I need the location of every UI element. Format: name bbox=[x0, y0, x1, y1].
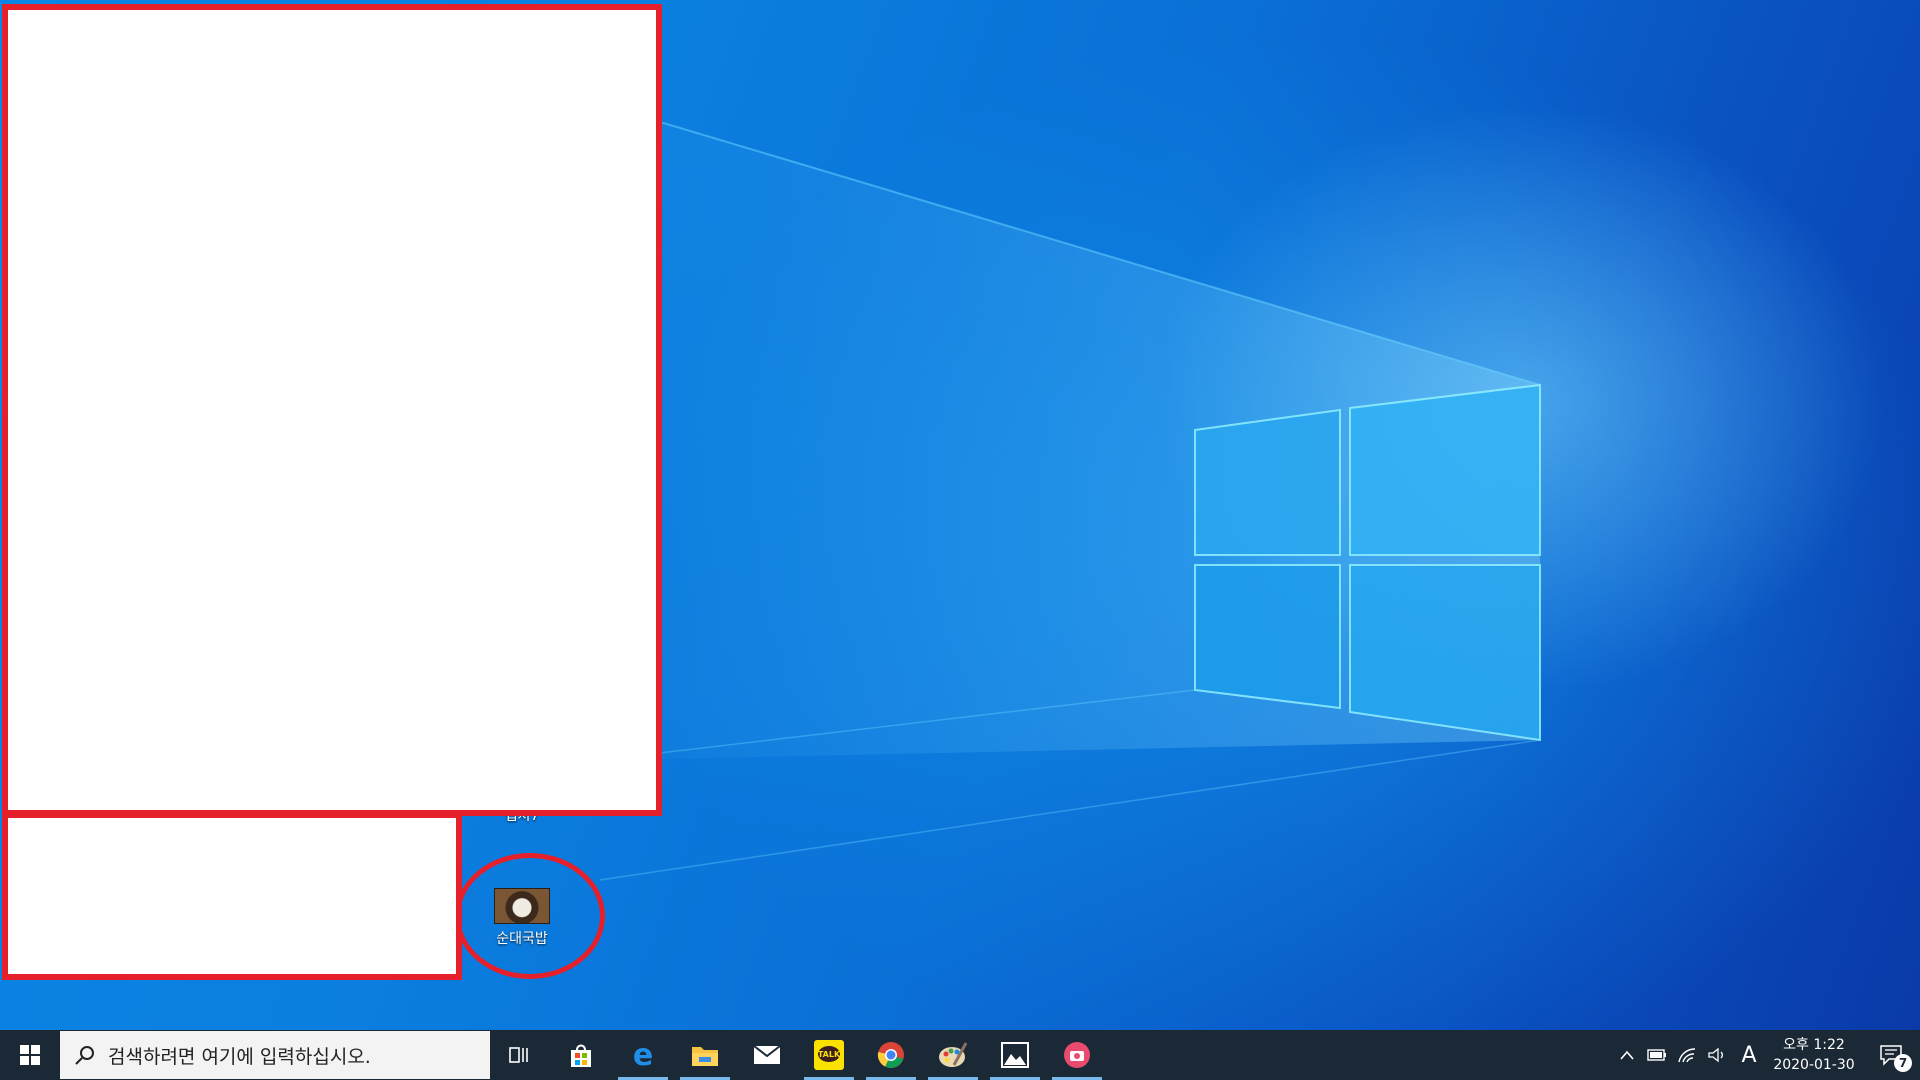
clock[interactable]: 오후 1:22 2020-01-30 bbox=[1766, 1035, 1862, 1075]
windows-logo-icon bbox=[20, 1045, 40, 1065]
task-view-icon bbox=[509, 1047, 528, 1063]
clock-date: 2020-01-30 bbox=[1773, 1057, 1855, 1073]
volume-button[interactable] bbox=[1702, 1030, 1732, 1080]
search-placeholder: 검색하려면 여기에 입력하십시오. bbox=[108, 1045, 371, 1068]
taskbar-app-camera[interactable] bbox=[1046, 1030, 1108, 1080]
edge-icon: e bbox=[633, 1041, 653, 1069]
search-input[interactable]: 검색하려면 여기에 입력하십시오. bbox=[60, 1031, 490, 1079]
svg-text:TALK: TALK bbox=[818, 1050, 841, 1059]
system-tray: A 오후 1:22 2020-01-30 7 bbox=[1612, 1030, 1920, 1080]
microsoft-store-icon bbox=[571, 1044, 591, 1067]
notification-count-badge: 7 bbox=[1894, 1054, 1912, 1072]
desktop: 캡처7 순대국밥 bbox=[0, 0, 1920, 1030]
wifi-icon bbox=[1678, 1048, 1696, 1063]
speaker-icon bbox=[1708, 1047, 1723, 1063]
battery-button[interactable] bbox=[1642, 1030, 1672, 1080]
taskbar: 검색하려면 여기에 입력하십시오. e TALK A 오후 1:22 2020-… bbox=[0, 1030, 1920, 1080]
start-button[interactable] bbox=[0, 1030, 60, 1080]
camera-app-icon bbox=[1064, 1042, 1090, 1068]
file-explorer-icon bbox=[692, 1047, 718, 1066]
taskbar-app-kakaotalk[interactable]: TALK bbox=[798, 1030, 860, 1080]
chevron-up-icon bbox=[1620, 1050, 1634, 1060]
input-method-indicator[interactable]: A bbox=[1732, 1030, 1766, 1080]
red-circle-annotation bbox=[455, 853, 605, 979]
taskbar-app-store[interactable] bbox=[550, 1030, 612, 1080]
redacted-region-top bbox=[2, 4, 662, 816]
network-button[interactable] bbox=[1672, 1030, 1702, 1080]
kakaotalk-icon: TALK bbox=[814, 1040, 844, 1070]
clock-time: 오후 1:22 bbox=[1783, 1037, 1845, 1053]
taskbar-app-photos[interactable] bbox=[984, 1030, 1046, 1080]
show-hidden-icons-button[interactable] bbox=[1612, 1030, 1642, 1080]
taskbar-app-chrome[interactable] bbox=[860, 1030, 922, 1080]
chrome-icon bbox=[877, 1042, 904, 1068]
action-center-button[interactable]: 7 bbox=[1862, 1030, 1920, 1080]
taskbar-app-explorer[interactable] bbox=[674, 1030, 736, 1080]
search-icon bbox=[75, 1046, 94, 1065]
paint-icon bbox=[939, 1042, 968, 1067]
taskbar-app-mail[interactable] bbox=[736, 1030, 798, 1080]
task-view-button[interactable] bbox=[490, 1030, 550, 1080]
photos-icon bbox=[1001, 1042, 1029, 1068]
taskbar-app-edge[interactable]: e bbox=[612, 1030, 674, 1080]
battery-icon bbox=[1647, 1049, 1666, 1061]
taskbar-app-paint[interactable] bbox=[922, 1030, 984, 1080]
mail-icon bbox=[753, 1045, 781, 1064]
svg-text:e: e bbox=[633, 1041, 653, 1069]
redacted-region-bottom bbox=[2, 812, 462, 980]
